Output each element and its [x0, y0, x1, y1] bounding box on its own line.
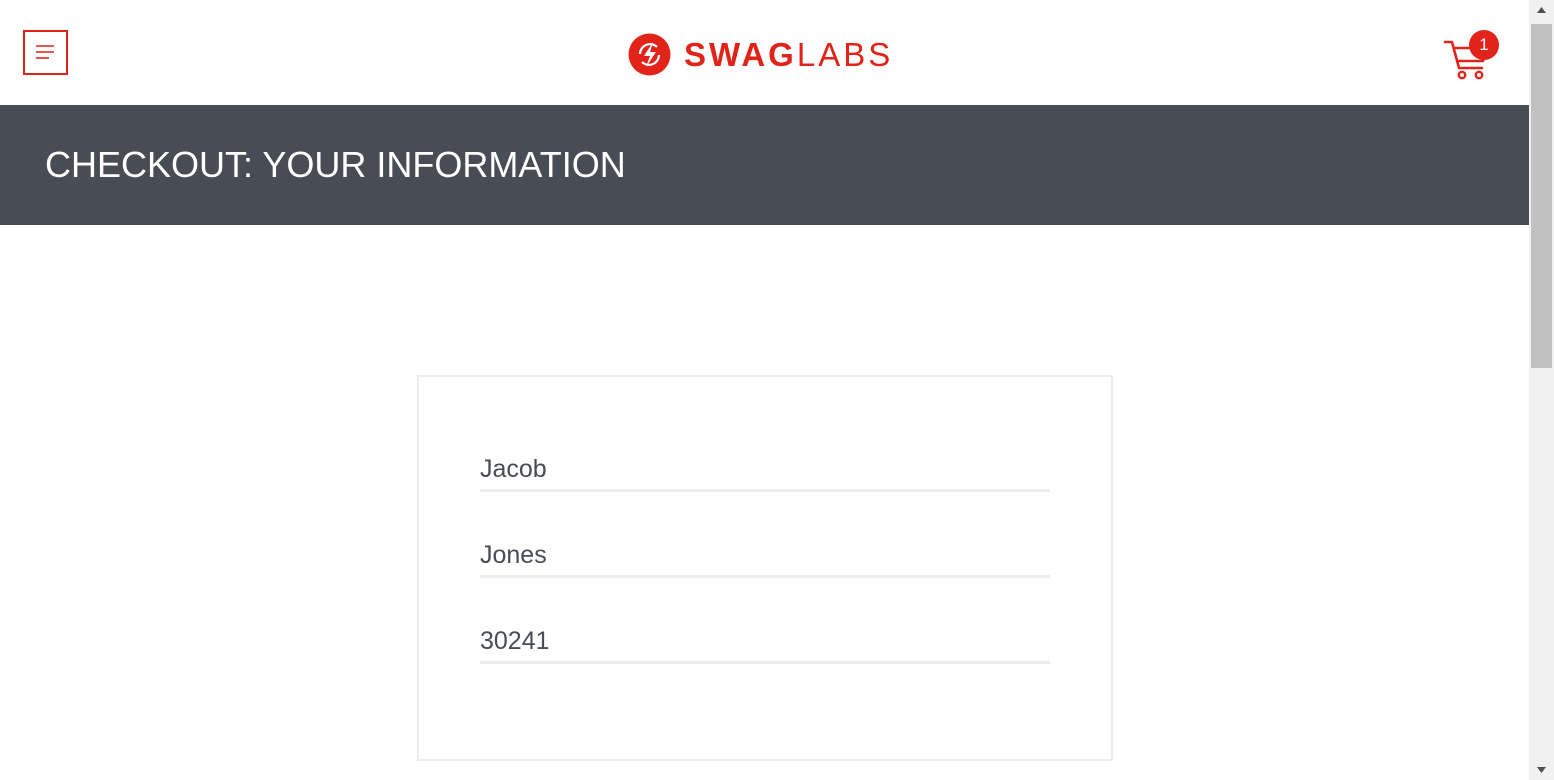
app-logo: SWAGLABS: [628, 33, 893, 75]
checkout-info-form: [417, 375, 1113, 761]
scrollbar-thumb[interactable]: [1531, 24, 1552, 368]
scroll-down-arrow-icon[interactable]: [1529, 760, 1554, 780]
first-name-field[interactable]: [480, 449, 1050, 492]
logo-text: SWAGLABS: [684, 38, 893, 71]
swag-labs-logo-icon: [628, 33, 671, 75]
menu-icon: [36, 45, 54, 59]
logo-text-bold: SWAG: [684, 35, 797, 73]
page: SWAGLABS 1 CHECKOUT: YOUR INFORMATION: [0, 0, 1554, 780]
cart-badge: 1: [1469, 30, 1499, 60]
secondary-header: CHECKOUT: YOUR INFORMATION: [0, 105, 1529, 225]
last-name-field[interactable]: [480, 535, 1050, 578]
primary-header: SWAGLABS 1: [0, 0, 1529, 105]
page-title: CHECKOUT: YOUR INFORMATION: [45, 144, 626, 185]
shopping-cart-link[interactable]: 1: [1442, 30, 1502, 82]
postal-code-field[interactable]: [480, 621, 1050, 664]
vertical-scrollbar[interactable]: [1529, 0, 1554, 780]
viewport: SWAGLABS 1 CHECKOUT: YOUR INFORMATION: [0, 0, 1529, 780]
menu-button[interactable]: [23, 30, 68, 75]
scroll-up-arrow-icon[interactable]: [1529, 0, 1554, 20]
logo-text-light: LABS: [796, 35, 894, 73]
